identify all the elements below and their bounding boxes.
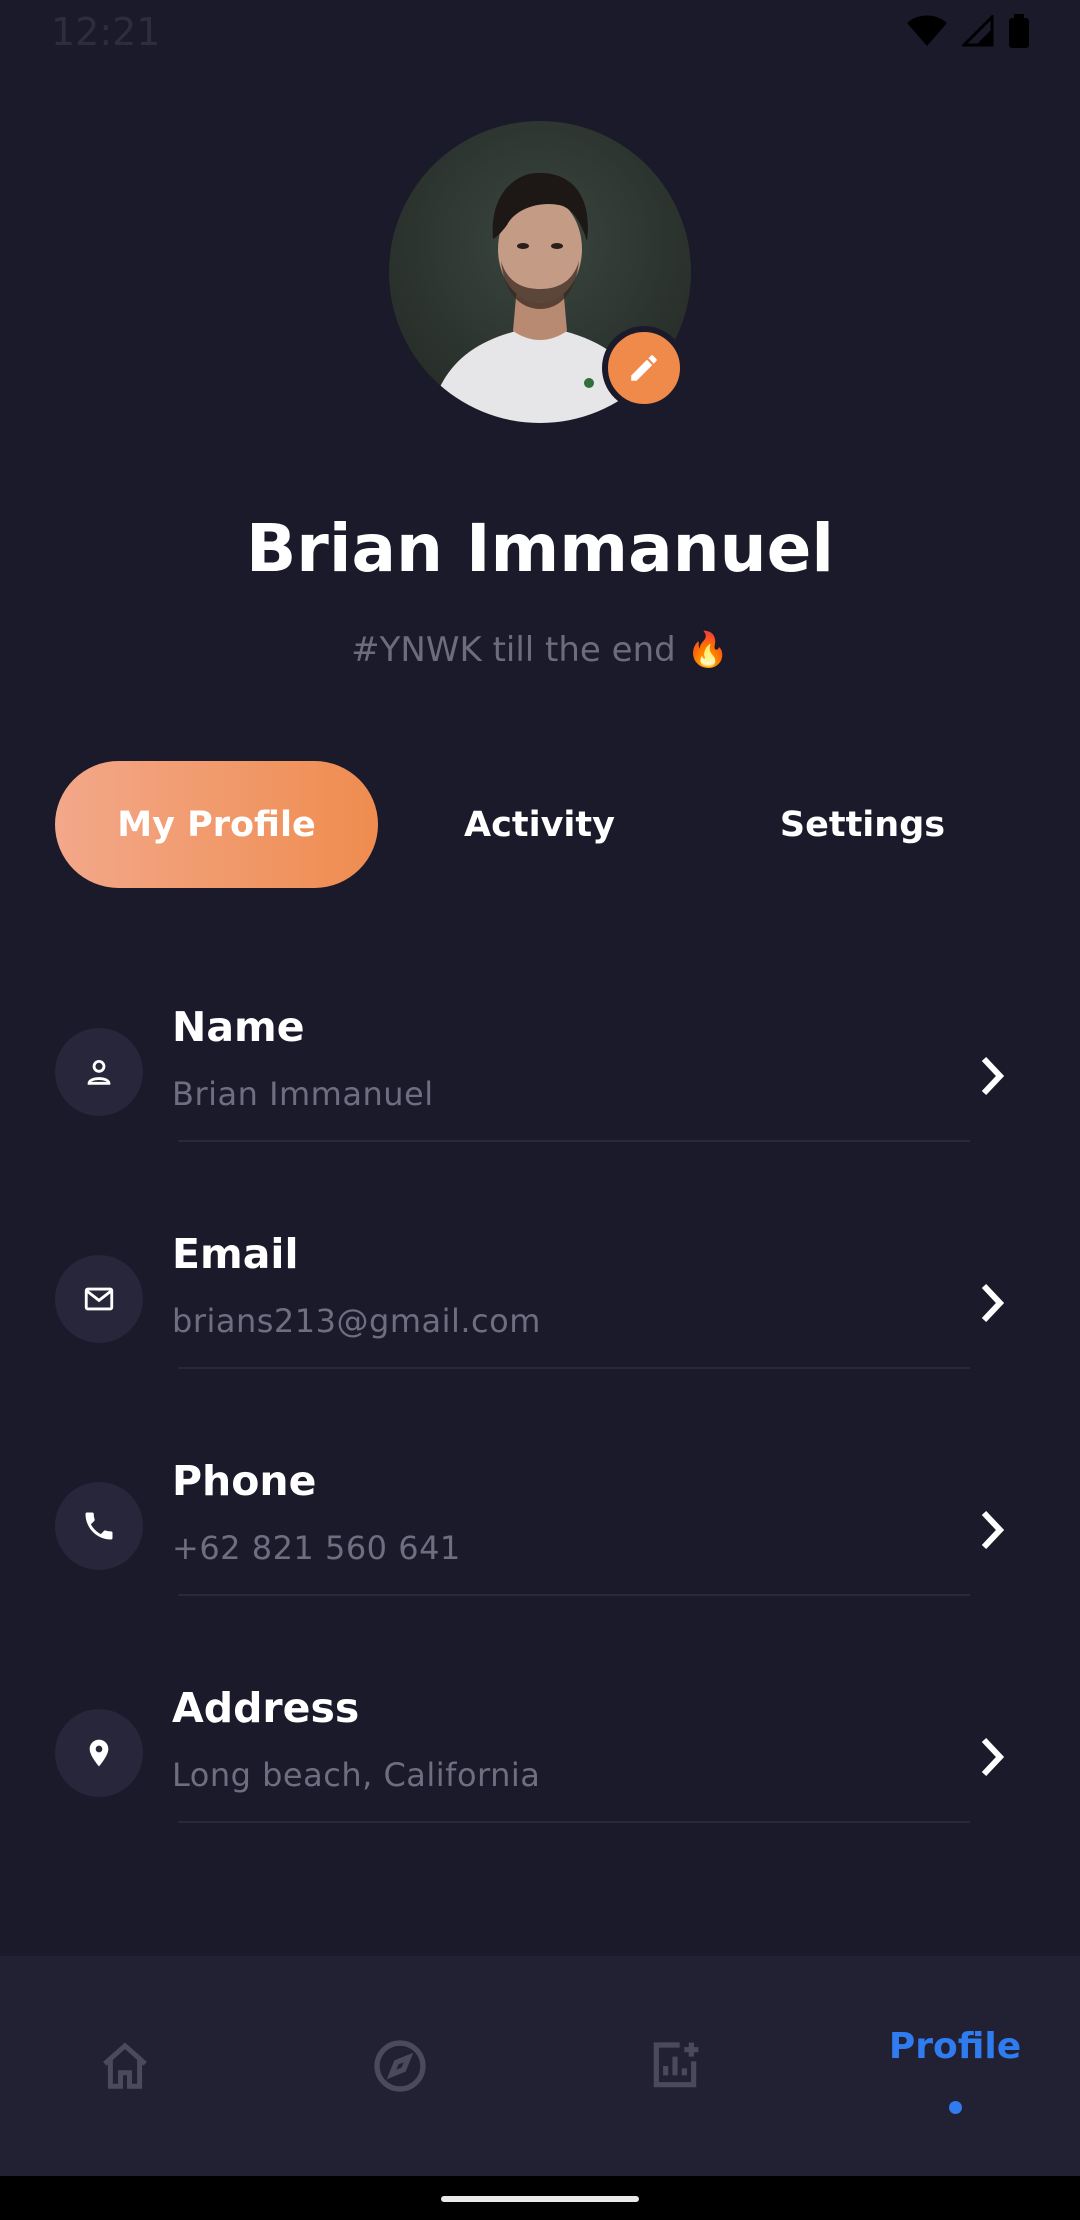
- compass-icon: [374, 2040, 426, 2092]
- nav-profile-label: Profile: [888, 2026, 1022, 2067]
- tab-bar: My Profile Activity Settings: [55, 761, 1025, 888]
- divider: [178, 1367, 970, 1369]
- edit-avatar-button[interactable]: [602, 326, 686, 410]
- item-label-email: Email: [172, 1230, 299, 1278]
- phone-icon: [85, 1512, 113, 1540]
- location-pin-icon: [89, 1739, 109, 1767]
- divider: [178, 1140, 970, 1142]
- active-indicator-dot: [948, 2101, 962, 2114]
- person-icon: [87, 1059, 111, 1085]
- stats-add-icon: [653, 2042, 699, 2088]
- nav-explore[interactable]: [335, 1956, 465, 2176]
- profile-bio: #YNWK till the end 🔥: [351, 630, 729, 670]
- pencil-icon: [631, 355, 657, 381]
- tab-settings[interactable]: Settings: [701, 761, 1024, 888]
- item-value-name: Brian Immanuel: [172, 1075, 434, 1113]
- location-pin-icon-container: [55, 1709, 143, 1797]
- avatar-container: [389, 121, 691, 423]
- home-icon: [103, 2042, 147, 2089]
- list-item-name[interactable]: Name Brian Immanuel: [0, 973, 1080, 1200]
- bottom-nav: Profile: [0, 1956, 1080, 2176]
- list-item-phone[interactable]: Phone +62 821 560 641: [0, 1427, 1080, 1654]
- person-icon-container: [55, 1028, 143, 1116]
- nav-stats[interactable]: [610, 1956, 740, 2176]
- wifi-icon: [907, 15, 947, 46]
- chevron-right-icon: [981, 1737, 1005, 1777]
- home-gesture-bar[interactable]: [441, 2196, 639, 2202]
- gesture-area: [0, 2176, 1080, 2220]
- status-icons: [906, 14, 1030, 48]
- profile-name: Brian Immanuel: [246, 510, 834, 587]
- nav-home[interactable]: [60, 1956, 190, 2176]
- signal-icon: [962, 15, 994, 47]
- item-label-name: Name: [172, 1003, 305, 1051]
- battery-icon: [1009, 14, 1029, 48]
- tab-my-profile[interactable]: My Profile: [55, 761, 378, 888]
- status-bar: 12:21: [0, 0, 1080, 66]
- mail-icon: [84, 1287, 114, 1311]
- item-label-phone: Phone: [172, 1457, 317, 1505]
- phone-icon-container: [55, 1482, 143, 1570]
- item-value-email: brians213@gmail.com: [172, 1302, 541, 1340]
- divider: [178, 1821, 970, 1823]
- list-item-email[interactable]: Email brians213@gmail.com: [0, 1200, 1080, 1427]
- list-item-address[interactable]: Address Long beach, California: [0, 1654, 1080, 1881]
- status-time: 12:21: [51, 10, 161, 54]
- chevron-right-icon: [981, 1056, 1005, 1096]
- nav-profile[interactable]: Profile: [880, 1956, 1030, 2176]
- item-label-address: Address: [172, 1684, 360, 1732]
- tab-activity[interactable]: Activity: [378, 761, 701, 888]
- divider: [178, 1594, 970, 1596]
- item-value-phone: +62 821 560 641: [172, 1529, 461, 1567]
- chevron-right-icon: [981, 1510, 1005, 1550]
- chevron-right-icon: [981, 1283, 1005, 1323]
- mail-icon-container: [55, 1255, 143, 1343]
- item-value-address: Long beach, California: [172, 1756, 541, 1794]
